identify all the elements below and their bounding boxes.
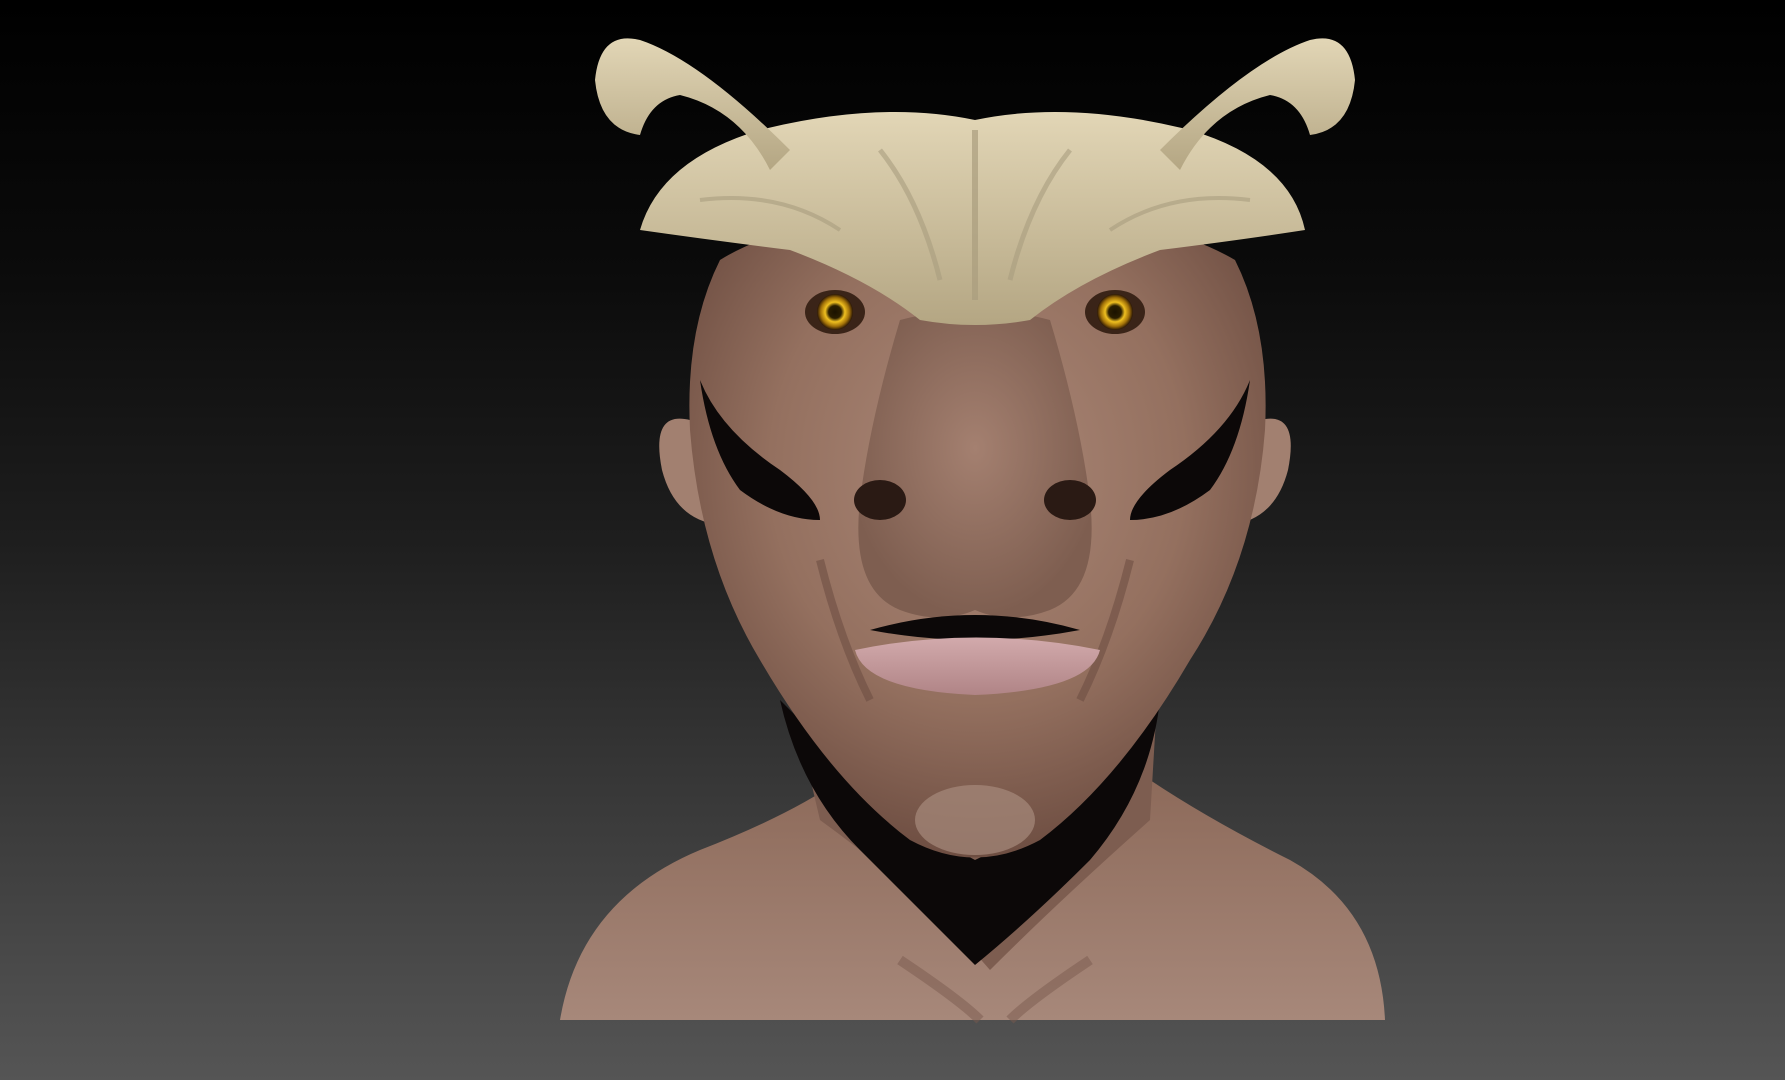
creature-bust-render	[560, 38, 1385, 1024]
sculpt-viewport[interactable]	[0, 0, 1785, 1080]
right-eye	[1097, 294, 1133, 330]
nose	[854, 310, 1096, 618]
left-eye	[817, 294, 853, 330]
